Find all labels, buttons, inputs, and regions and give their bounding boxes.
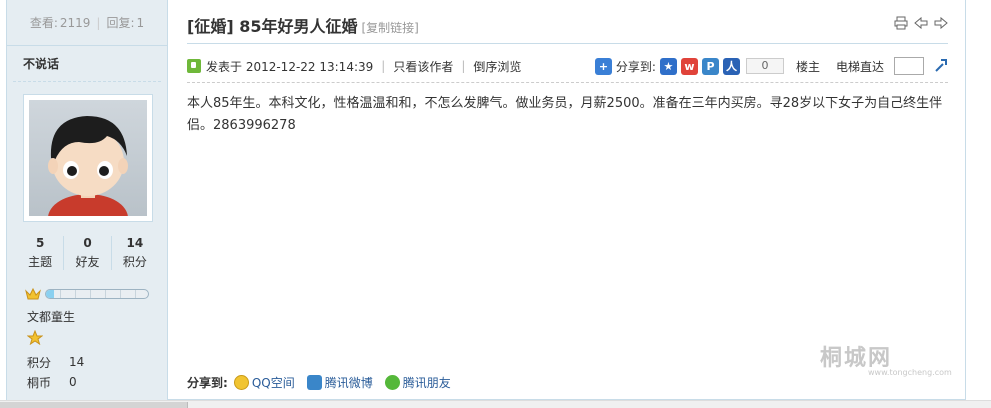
weibo-icon[interactable]: w <box>680 57 698 75</box>
share-plus-icon[interactable]: + <box>594 57 612 75</box>
stat-label: 主题 <box>28 255 53 269</box>
replies-label: 回复: <box>106 16 135 30</box>
thread-stats: 查看: 2119 | 回复: 1 <box>7 0 167 46</box>
share-to-label: 分享到: <box>615 59 656 74</box>
user-rank: 文都童生 <box>27 310 76 324</box>
post-content: 本人85年生。本科文化，性格温温和和，不怎么发脾气。做业务员，月薪2500。准备… <box>187 96 943 133</box>
author-sidebar: 查看: 2119 | 回复: 1 不说话 5 主题 0 好友 14 积分 文都童… <box>7 0 168 400</box>
stat-label: 积分 <box>122 255 147 269</box>
share-bottom-label: 分享到: <box>187 376 228 390</box>
reverse-order-link[interactable]: 倒序浏览 <box>473 58 521 75</box>
thread-title: [征婚] 85年好男人征婚 <box>187 17 358 36</box>
level-row <box>25 287 149 301</box>
floor-label: 楼主 <box>795 59 820 74</box>
credit-row: 桐币 0 <box>27 372 157 392</box>
online-status-icon <box>187 59 201 73</box>
next-thread-icon[interactable] <box>934 16 948 30</box>
views-count: 2119 <box>59 15 91 30</box>
author-name[interactable]: 不说话 <box>13 46 161 82</box>
stat-value: 0 <box>83 236 92 250</box>
qzone-icon[interactable]: ★ <box>659 57 677 75</box>
horizontal-scrollbar[interactable] <box>0 400 991 408</box>
share-pengyou-label: 腾讯朋友 <box>402 376 451 390</box>
stat-value: 5 <box>35 236 45 250</box>
share-tweibo-link[interactable]: 腾讯微博 <box>306 374 373 391</box>
replies-count: 1 <box>136 15 145 30</box>
post-time: 发表于 2012-12-22 13:14:39 <box>206 59 374 74</box>
tencent-weibo-icon <box>306 375 322 390</box>
share-pengyou-link[interactable]: 腾讯朋友 <box>384 374 451 391</box>
share-count: 0 <box>745 58 784 74</box>
stat-points[interactable]: 14 积分 <box>112 236 158 270</box>
views-label: 查看: <box>29 16 58 30</box>
level-progress-fill <box>46 290 55 298</box>
credit-key: 积分 <box>27 355 52 370</box>
credit-value: 0 <box>69 375 77 389</box>
thread-title-row: [征婚] 85年好男人征婚 [复制链接] <box>187 13 419 37</box>
go-icon[interactable] <box>934 58 948 75</box>
credit-key: 桐币 <box>27 375 52 390</box>
prev-thread-icon[interactable] <box>914 16 928 30</box>
site-watermark: 桐城网 www.tongcheng.com <box>820 340 952 377</box>
title-divider <box>187 43 948 44</box>
stat-label: 好友 <box>75 255 100 269</box>
stat-value: 14 <box>126 236 144 250</box>
only-author-link[interactable]: 只看该作者 <box>393 58 453 75</box>
crown-icon <box>25 287 41 300</box>
title-tools <box>894 16 948 30</box>
qzone-star-icon <box>233 375 249 390</box>
avatar[interactable] <box>23 94 153 222</box>
level-progress-bar <box>45 289 149 299</box>
credit-value: 14 <box>69 355 85 369</box>
avatar-image <box>29 100 147 216</box>
renren-icon[interactable]: 人 <box>722 57 740 75</box>
scrollbar-thumb[interactable] <box>0 402 188 408</box>
credit-row: 积分 14 <box>27 352 157 372</box>
meta-divider: | <box>461 59 466 73</box>
share-toolbar: + 分享到: ★ w P 人 0 楼主 电梯直达 <box>594 57 948 75</box>
user-stats: 5 主题 0 好友 14 积分 <box>17 236 158 270</box>
print-icon[interactable] <box>894 16 908 30</box>
share-qzone-link[interactable]: QQ空间 <box>233 374 295 391</box>
watermark-url: www.tongcheng.com <box>868 368 952 377</box>
clover-icon <box>384 375 400 390</box>
jump-label: 电梯直达 <box>835 59 884 74</box>
share-tweibo-label: 腾讯微博 <box>324 376 373 390</box>
share-bottom: 分享到: QQ空间 腾讯微博 腾讯朋友 <box>187 374 457 391</box>
floor-jump-input[interactable] <box>894 57 924 75</box>
copy-link-button[interactable]: [复制链接] <box>361 19 418 36</box>
credits-list: 积分 14 桐币 0 <box>27 352 157 392</box>
stats-divider: | <box>96 15 101 30</box>
stat-threads[interactable]: 5 主题 <box>17 236 65 270</box>
share-qzone-label: QQ空间 <box>251 376 295 390</box>
stat-friends[interactable]: 0 好友 <box>64 236 112 270</box>
meta-divider-line <box>187 82 948 83</box>
tencent-weibo-icon[interactable]: P <box>701 57 719 75</box>
star-icon <box>26 329 44 348</box>
meta-divider: | <box>381 59 386 73</box>
post-meta: 发表于 2012-12-22 13:14:39 | 只看该作者 | 倒序浏览 +… <box>187 56 948 76</box>
